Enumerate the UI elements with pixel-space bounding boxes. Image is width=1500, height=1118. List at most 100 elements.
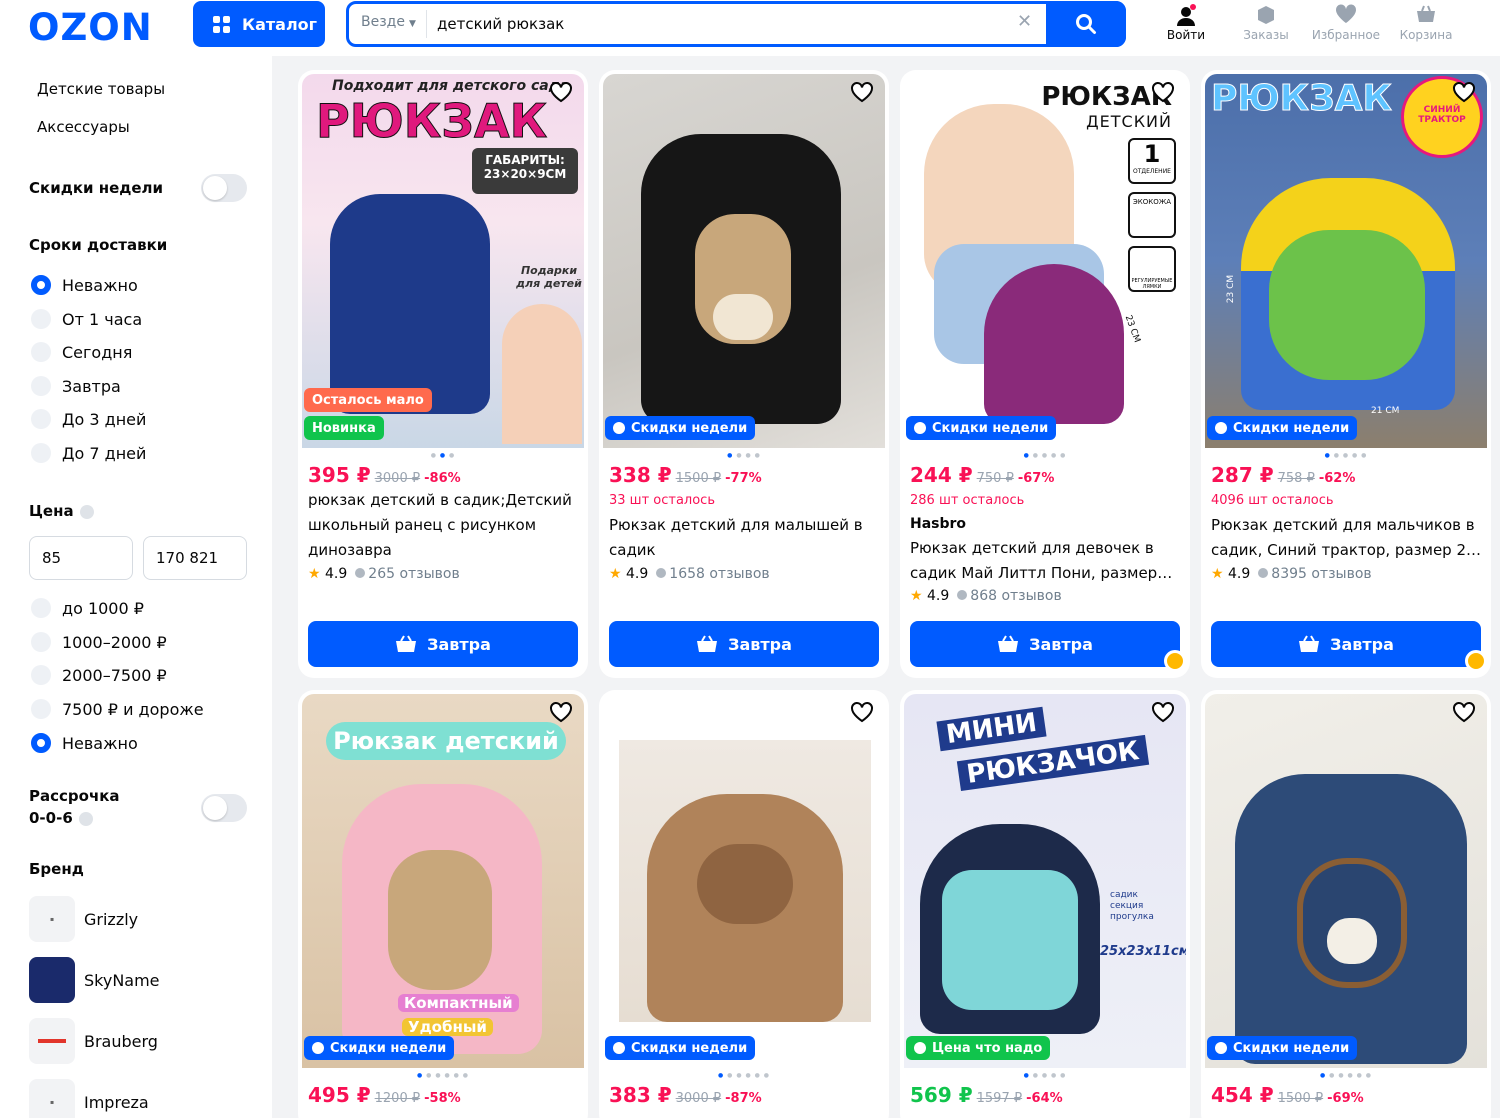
add-to-cart-button[interactable]: Завтра — [910, 621, 1180, 667]
product-image[interactable] — [1205, 694, 1487, 1068]
clear-icon[interactable]: ✕ — [1017, 11, 1032, 32]
nav-login[interactable]: Войти — [1146, 4, 1226, 42]
product-title[interactable]: рюкзак детский в садик;Детский школьный … — [308, 488, 580, 563]
catalog-button[interactable]: Каталог — [193, 1, 325, 47]
delivery-option[interactable]: Завтра — [31, 376, 121, 396]
add-to-cart-button[interactable]: Завтра — [609, 621, 879, 667]
product-title[interactable]: Рюкзак детский для малышей в садик — [609, 513, 881, 563]
add-to-cart-button[interactable]: Завтра — [1211, 621, 1481, 667]
heart-icon[interactable] — [1150, 699, 1176, 725]
heart-icon[interactable] — [849, 699, 875, 725]
delivery-option[interactable]: От 1 часа — [31, 309, 142, 329]
reviews-count[interactable]: 868 отзывов — [970, 588, 1061, 604]
price-from-input[interactable]: 85 — [29, 536, 133, 580]
image-pager[interactable]: ● ● ● ● ● ● — [599, 1072, 889, 1079]
points-coin-icon — [1164, 650, 1186, 672]
product-card[interactable]: Скидки недели ● ● ● ● ● ● 454 ₽1500 ₽ -69… — [1201, 690, 1491, 1118]
radio[interactable] — [31, 376, 51, 396]
product-card[interactable]: Рюкзак детский Компактный Удобный Скидки… — [298, 690, 588, 1118]
nav-orders[interactable]: Заказы — [1226, 4, 1306, 42]
nav-cart[interactable]: Корзина — [1386, 4, 1466, 42]
brand-label: Impreza — [84, 1092, 149, 1112]
delivery-option[interactable]: Неважно — [31, 275, 138, 295]
price-option[interactable]: 1000–2000 ₽ — [31, 632, 167, 652]
price-option[interactable]: до 1000 ₽ — [31, 598, 144, 618]
search-button[interactable] — [1046, 1, 1126, 47]
product-title[interactable]: Рюкзак детский для девочек в садик Май Л… — [910, 536, 1182, 586]
reviews-count[interactable]: 1658 отзывов — [669, 566, 769, 582]
product-card[interactable]: РЮКЗАК ДЕТСКИЙ 1 ОТДЕЛЕНИЕ ЭКОКОЖА РЕГУЛ… — [900, 70, 1190, 678]
delivery-option[interactable]: До 7 дней — [31, 443, 146, 463]
image-pager[interactable]: ● ● ● ● ● — [900, 1072, 1190, 1079]
radio[interactable] — [31, 699, 51, 719]
price-to-input[interactable]: 170 821 — [143, 536, 247, 580]
info-icon[interactable] — [78, 811, 93, 826]
product-image[interactable] — [603, 74, 885, 448]
brand-item[interactable]: ▪ Grizzly — [29, 896, 138, 942]
search-scope-select[interactable]: Везде ▼ — [361, 14, 416, 30]
radio[interactable] — [31, 309, 51, 329]
product-brand[interactable]: Hasbro — [910, 516, 966, 532]
weekly-discounts-toggle[interactable] — [201, 174, 247, 202]
product-title[interactable]: Рюкзак детский для мальчиков в садик, Си… — [1211, 513, 1483, 563]
product-image[interactable]: РЮКЗАК ДЕТСКИЙ 1 ОТДЕЛЕНИЕ ЭКОКОЖА РЕГУЛ… — [904, 74, 1186, 448]
brand-item[interactable]: ▪ Impreza — [29, 1079, 149, 1118]
category-link[interactable]: Детские товары — [37, 80, 165, 98]
radio[interactable] — [31, 598, 51, 618]
flame-icon — [613, 1042, 625, 1054]
delivery-option[interactable]: Сегодня — [31, 342, 132, 362]
radio-checked[interactable] — [31, 733, 51, 753]
badge-label: Скидки недели — [1233, 1040, 1350, 1056]
image-pager[interactable]: ● ● ● ● ● — [900, 452, 1190, 459]
product-card[interactable]: Скидки недели ● ● ● ● 338 ₽1500 ₽ -77% 33… — [599, 70, 889, 678]
reviews-count[interactable]: 8395 отзывов — [1271, 566, 1371, 582]
image-pager[interactable]: ● ● ● — [298, 452, 588, 459]
heart-icon[interactable] — [1451, 699, 1477, 725]
price-option[interactable]: 7500 ₽ и дороже — [31, 699, 204, 719]
reviews-count[interactable]: 265 отзывов — [368, 566, 459, 582]
image-dims-value: 23×20×9СМ — [483, 167, 567, 181]
product-card[interactable]: Подходит для детского сада РЮКЗАК ГАБАРИ… — [298, 70, 588, 678]
heart-icon[interactable] — [1451, 79, 1477, 105]
category-link[interactable]: Аксессуары — [37, 118, 130, 136]
heart-icon[interactable] — [548, 79, 574, 105]
product-card[interactable]: Скидки недели ● ● ● ● ● ● 383 ₽3000 ₽ -87… — [599, 690, 889, 1118]
info-icon[interactable] — [79, 504, 94, 519]
product-image[interactable] — [603, 694, 885, 1068]
product-card[interactable]: РЮКЗАК СИНИЙ ТРАКТОР 23 СМ 21 СМ Скидки … — [1201, 70, 1491, 678]
star-icon: ★ — [910, 588, 923, 604]
user-icon — [1146, 4, 1226, 28]
product-image[interactable]: РЮКЗАК СИНИЙ ТРАКТОР 23 СМ 21 СМ — [1205, 74, 1487, 448]
heart-icon[interactable] — [548, 699, 574, 725]
search-input[interactable] — [437, 9, 997, 39]
brand-logo: ▪ — [29, 896, 75, 942]
radio[interactable] — [31, 342, 51, 362]
delivery-option[interactable]: До 3 дней — [31, 409, 146, 429]
radio-checked[interactable] — [31, 275, 51, 295]
brand-item[interactable]: Brauberg — [29, 1018, 158, 1064]
radio[interactable] — [31, 443, 51, 463]
product-image[interactable]: Рюкзак детский Компактный Удобный — [302, 694, 584, 1068]
add-to-cart-button[interactable]: Завтра — [308, 621, 578, 667]
brand-item[interactable]: SkyName — [29, 957, 160, 1003]
installment-toggle[interactable] — [201, 794, 247, 822]
radio[interactable] — [31, 632, 51, 652]
image-pager[interactable]: ● ● ● ● ● — [1201, 452, 1491, 459]
tractor-print-shape — [1269, 230, 1425, 380]
nav-favorites[interactable]: Избранное — [1306, 4, 1386, 42]
radio[interactable] — [31, 665, 51, 685]
price-option[interactable]: 2000–7500 ₽ — [31, 665, 167, 685]
image-pager[interactable]: ● ● ● ● — [599, 452, 889, 459]
comment-icon — [355, 568, 366, 578]
radio[interactable] — [31, 409, 51, 429]
heart-icon[interactable] — [1150, 79, 1176, 105]
badge-label: Скидки недели — [631, 420, 748, 436]
image-pager[interactable]: ● ● ● ● ● ● — [298, 1072, 588, 1079]
product-image[interactable]: МИНИ РЮКЗАЧОК садик секция прогулка 25x2… — [904, 694, 1186, 1068]
heart-icon[interactable] — [849, 79, 875, 105]
image-pager[interactable]: ● ● ● ● ● ● — [1201, 1072, 1491, 1079]
price-option[interactable]: Неважно — [31, 733, 138, 753]
ozon-logo[interactable]: OZON — [28, 6, 153, 49]
product-card[interactable]: МИНИ РЮКЗАЧОК садик секция прогулка 25x2… — [900, 690, 1190, 1118]
nav-favorites-label: Избранное — [1311, 28, 1381, 42]
